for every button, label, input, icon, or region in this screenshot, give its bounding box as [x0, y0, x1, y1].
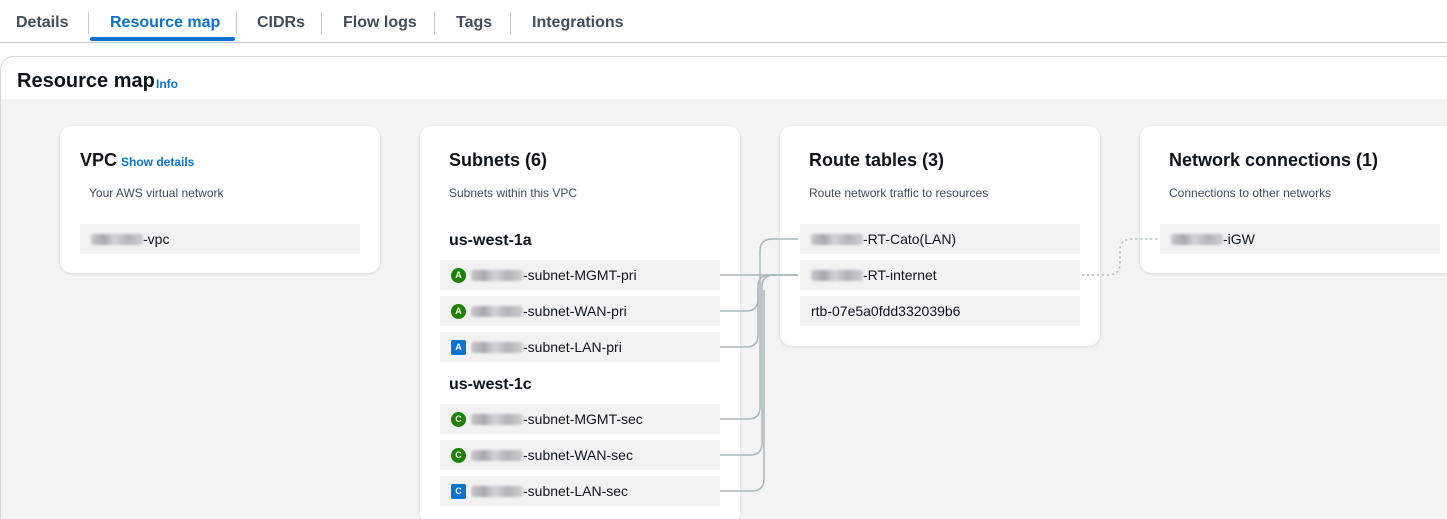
tab-details[interactable]: Details	[16, 14, 68, 32]
network-connection-item[interactable]: -iGW	[1160, 224, 1440, 254]
tab-divider	[510, 12, 511, 34]
subnet-item[interactable]: C -subnet-MGMT-sec	[440, 404, 720, 434]
route-tables-card-title: Route tables (3)	[809, 150, 945, 170]
subnet-item[interactable]: A -subnet-MGMT-pri	[440, 260, 720, 290]
subnet-item-label: -subnet-LAN-sec	[523, 483, 629, 499]
vpc-card-title: VPC	[80, 150, 118, 170]
tab-flow-logs[interactable]: Flow logs	[343, 14, 417, 32]
route-table-label: rtb-07e5a0fdd332039b6	[811, 303, 961, 319]
tab-divider	[434, 12, 435, 34]
vpc-card: VPC Show details Your AWS virtual networ…	[60, 126, 380, 273]
redacted-name	[811, 269, 863, 281]
resource-map-header: Resource map Info	[1, 57, 1447, 99]
subnets-description: Subnets within this VPC	[449, 186, 578, 200]
network-connections-card-title: Network connections (1)	[1169, 150, 1379, 170]
subnet-item[interactable]: C -subnet-LAN-sec	[440, 476, 720, 506]
subnet-item[interactable]: A -subnet-WAN-pri	[440, 296, 720, 326]
availability-zone-badge: A	[451, 303, 466, 319]
subnet-item-label: -subnet-WAN-pri	[523, 303, 627, 319]
route-tables-card: Route tables (3) Route network traffic t…	[780, 126, 1100, 346]
redacted-name	[811, 233, 863, 245]
show-details-link[interactable]: Show details	[121, 155, 194, 169]
vpc-description: Your AWS virtual network	[89, 186, 224, 200]
availability-zone-badge: A	[451, 339, 466, 355]
availability-zone-badge: A	[451, 267, 466, 283]
route-table-item[interactable]: -RT-Cato(LAN)	[800, 224, 1080, 254]
redacted-name	[471, 305, 523, 317]
redacted-name	[471, 341, 523, 353]
network-connection-label: -iGW	[1223, 231, 1255, 247]
subnets-card: Subnets (6) Subnets within this VPC us-w…	[420, 126, 740, 519]
page-title: Resource map	[17, 70, 155, 92]
az-label-us-west-1c: us-west-1c	[449, 376, 532, 393]
subnet-item-label: -subnet-WAN-sec	[523, 447, 633, 463]
subnet-item-label: -subnet-LAN-pri	[523, 339, 622, 355]
redacted-name	[91, 233, 143, 245]
route-table-label: -RT-Cato(LAN)	[863, 231, 957, 247]
network-connections-description: Connections to other networks	[1169, 186, 1332, 200]
tab-tags[interactable]: Tags	[456, 14, 492, 32]
info-link[interactable]: Info	[156, 77, 178, 91]
tab-bar: Details Resource map CIDRs Flow logs Tag…	[0, 0, 1447, 43]
az-label-us-west-1a: us-west-1a	[449, 232, 532, 249]
availability-zone-badge: C	[451, 447, 466, 463]
subnet-item-label: -subnet-MGMT-sec	[523, 411, 643, 427]
tab-divider	[88, 12, 89, 34]
vpc-item[interactable]: -vpc	[80, 224, 360, 254]
active-tab-indicator	[90, 37, 235, 41]
tab-integrations[interactable]: Integrations	[532, 14, 624, 32]
route-table-item[interactable]: rtb-07e5a0fdd332039b6	[800, 296, 1080, 326]
tab-cidrs[interactable]: CIDRs	[257, 14, 305, 32]
subnet-item[interactable]: C -subnet-WAN-sec	[440, 440, 720, 470]
network-connections-card: Network connections (1) Connections to o…	[1140, 126, 1447, 273]
subnet-item-label: -subnet-MGMT-pri	[523, 267, 637, 283]
subnet-item[interactable]: A -subnet-LAN-pri	[440, 332, 720, 362]
redacted-name	[1171, 233, 1223, 245]
redacted-name	[471, 269, 523, 281]
route-table-item[interactable]: -RT-internet	[800, 260, 1080, 290]
route-tables-description: Route network traffic to resources	[809, 186, 989, 200]
availability-zone-badge: C	[451, 483, 466, 499]
subnets-card-title: Subnets (6)	[449, 150, 548, 170]
redacted-name	[471, 485, 523, 497]
vpc-item-label: -vpc	[143, 231, 170, 247]
redacted-name	[471, 449, 523, 461]
availability-zone-badge: C	[451, 411, 466, 427]
tab-divider	[236, 12, 237, 34]
redacted-name	[471, 413, 523, 425]
tab-resource-map[interactable]: Resource map	[110, 14, 220, 32]
tab-divider	[321, 12, 322, 34]
route-table-label: -RT-internet	[863, 267, 937, 283]
